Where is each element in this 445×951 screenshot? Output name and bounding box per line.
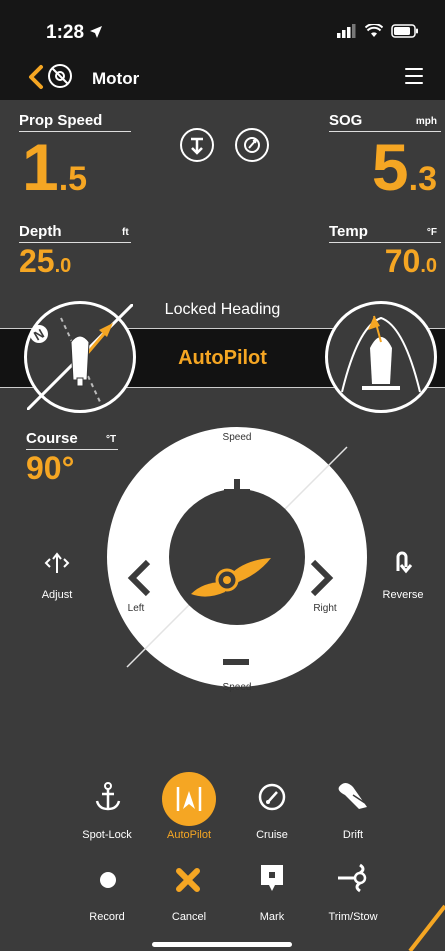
tab-drift-label: Drift xyxy=(342,829,364,841)
tab-cruise-label: Cruise xyxy=(256,829,288,841)
speed-down-button[interactable] xyxy=(216,650,256,674)
temp-unit: °F xyxy=(426,227,437,238)
adjust-icon xyxy=(44,552,70,573)
reverse-button[interactable] xyxy=(387,546,417,576)
cancel-button[interactable] xyxy=(168,860,208,900)
cancel-x-icon xyxy=(176,868,200,892)
drift-button[interactable] xyxy=(333,775,373,815)
cruise-gauge-icon xyxy=(258,783,286,811)
top-bar: 1:28 Motor xyxy=(0,0,445,100)
tab-mark-label: Mark xyxy=(259,911,285,923)
boat-compass-icon: N xyxy=(25,302,135,412)
battery-icon xyxy=(391,24,418,38)
left-label: Left xyxy=(127,603,145,614)
status-time: 1:28 xyxy=(46,22,103,44)
motor-icon xyxy=(48,64,72,88)
depth-label: Depth xyxy=(19,223,131,243)
mark-button[interactable] xyxy=(252,858,292,898)
anchor-mode-button[interactable] xyxy=(180,128,214,162)
right-button[interactable] xyxy=(304,556,338,600)
anchor-mode-icon xyxy=(191,137,203,155)
autopilot-icon xyxy=(176,787,202,811)
right-label: Right xyxy=(313,603,337,614)
heading-arc-compass[interactable] xyxy=(325,301,437,413)
status-icons xyxy=(337,24,419,38)
heading-arc-icon xyxy=(341,315,421,393)
cruise-button[interactable] xyxy=(252,777,292,817)
heading-mode-button[interactable] xyxy=(235,128,269,162)
reverse-label: Reverse xyxy=(382,589,424,601)
home-indicator[interactable] xyxy=(152,942,292,947)
sog-value: 5.3 xyxy=(371,130,437,204)
record-button[interactable] xyxy=(88,860,128,900)
speed-up-label: Speed xyxy=(222,432,252,443)
menu-icon[interactable] xyxy=(405,68,423,84)
corner-accent xyxy=(408,904,445,951)
mark-waypoint-icon xyxy=(261,865,283,891)
trim-stow-icon xyxy=(338,863,367,893)
signal-icon xyxy=(337,24,356,38)
record-dot-icon xyxy=(100,872,116,888)
temp-value: 70.0 xyxy=(384,243,437,279)
speed-down-label: Speed xyxy=(222,682,252,693)
course-label: Course xyxy=(26,430,118,450)
motor-screen: 1:28 Motor Prop Speed 1.5 SOG mph 5.3 De… xyxy=(0,0,445,951)
temp-label: Temp xyxy=(329,223,441,243)
chevron-left-icon xyxy=(127,559,151,597)
sog-unit: mph xyxy=(415,116,437,127)
course-value: 90° xyxy=(26,450,75,486)
heading-gauge-icon xyxy=(244,137,260,153)
wifi-icon xyxy=(365,24,383,37)
page-title: Motor xyxy=(92,69,140,88)
minus-icon xyxy=(223,659,249,665)
left-button[interactable] xyxy=(123,556,157,600)
trim-stow-button[interactable] xyxy=(333,858,373,898)
spot-lock-button[interactable] xyxy=(88,777,128,817)
boat-heading-compass[interactable]: N xyxy=(24,301,136,413)
back-chevron-icon[interactable] xyxy=(26,64,48,90)
prop-speed-value: 1.5 xyxy=(22,130,88,204)
anchor-icon xyxy=(95,782,121,811)
propeller-icon xyxy=(191,558,271,597)
tab-trim-stow-label: Trim/Stow xyxy=(328,911,378,923)
drift-icon xyxy=(338,783,367,809)
tab-autopilot-label: AutoPilot xyxy=(166,829,212,841)
depth-value: 25.0 xyxy=(19,243,72,279)
location-arrow-icon xyxy=(90,26,103,38)
adjust-label: Adjust xyxy=(41,589,73,601)
tab-record-label: Record xyxy=(89,911,125,923)
tab-cancel-label: Cancel xyxy=(171,911,207,923)
tab-spot-lock-label: Spot-Lock xyxy=(82,829,132,841)
adjust-button[interactable] xyxy=(42,548,72,578)
depth-unit: ft xyxy=(122,227,129,238)
reverse-icon xyxy=(396,551,413,574)
chevron-right-icon xyxy=(310,559,334,597)
prop-speed-label: Prop Speed xyxy=(19,112,131,132)
